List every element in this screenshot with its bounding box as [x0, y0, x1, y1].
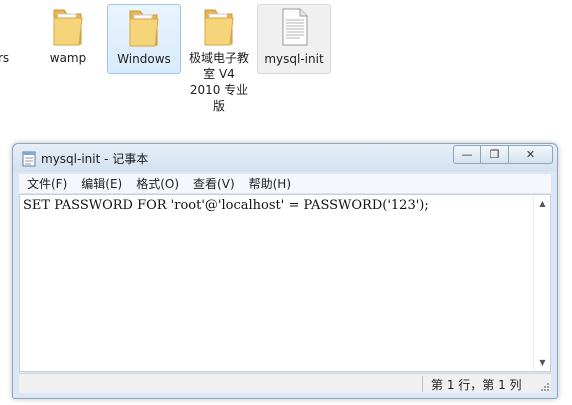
text-document-icon: [282, 8, 308, 46]
menu-edit[interactable]: 编辑(E): [74, 175, 129, 192]
desktop-icon-label-line: 版: [212, 99, 225, 113]
desktop-icon-label: mysql-init: [264, 52, 324, 66]
desktop-icon-label: wamp: [49, 51, 87, 65]
folder-icon: [204, 9, 234, 46]
desktop-icon-wamp[interactable]: wamp: [36, 4, 100, 74]
status-divider: [422, 376, 423, 392]
maximize-icon: ❐: [489, 148, 500, 161]
menu-help[interactable]: 帮助(H): [242, 175, 298, 192]
notepad-icon: [22, 151, 36, 167]
title-bar[interactable]: mysql-init - 记事本 — ❐ ✕: [13, 144, 557, 172]
text-editor-area[interactable]: SET PASSWORD FOR 'root'@'localhost' = PA…: [19, 194, 551, 372]
desktop-icon-label: rs: [0, 51, 10, 65]
resize-grip-icon[interactable]: [539, 381, 549, 391]
minimize-icon: —: [461, 148, 473, 161]
scroll-up-icon[interactable]: ▲: [534, 195, 551, 212]
folder-icon: [129, 10, 159, 47]
vertical-scrollbar[interactable]: ▲ ▼: [533, 195, 550, 371]
scroll-down-icon[interactable]: ▼: [534, 354, 551, 371]
desktop-icon-windows[interactable]: Windows: [107, 4, 181, 74]
cursor-position: 第 1 行，第 1 列: [431, 378, 522, 392]
desktop-icon-label-line: 2010 专业: [189, 83, 249, 97]
desktop-icon-label-line: 极域电子教: [188, 51, 249, 65]
close-button[interactable]: ✕: [509, 145, 553, 164]
menu-format[interactable]: 格式(O): [129, 175, 186, 192]
minimize-button[interactable]: —: [453, 145, 481, 164]
status-bar: 第 1 行，第 1 列: [19, 373, 551, 393]
folder-icon: [53, 9, 83, 46]
editor-content[interactable]: SET PASSWORD FOR 'root'@'localhost' = PA…: [23, 198, 429, 213]
menu-bar: 文件(F) 编辑(E) 格式(O) 查看(V) 帮助(H): [19, 174, 551, 194]
close-icon: ✕: [525, 148, 536, 161]
window-title: mysql-init - 记事本: [41, 152, 149, 166]
menu-file[interactable]: 文件(F): [19, 175, 74, 192]
desktop-icon-label-line: 室 V4: [203, 67, 235, 81]
menu-view[interactable]: 查看(V): [186, 175, 242, 192]
desktop: rs wamp Windows 极域电子教 室 V4 2010 专业 版 mys…: [0, 0, 572, 140]
desktop-icon-mysql-init[interactable]: mysql-init: [257, 4, 331, 74]
maximize-button[interactable]: ❐: [481, 145, 509, 164]
notepad-window: mysql-init - 记事本 — ❐ ✕ 文件(F) 编辑(E) 格式(O)…: [12, 143, 558, 399]
window-controls: — ❐ ✕: [453, 145, 553, 165]
desktop-icon-jiyu[interactable]: 极域电子教 室 V4 2010 专业 版: [186, 4, 252, 126]
desktop-icon-partial[interactable]: rs: [0, 48, 12, 66]
desktop-icon-label: Windows: [117, 52, 171, 66]
